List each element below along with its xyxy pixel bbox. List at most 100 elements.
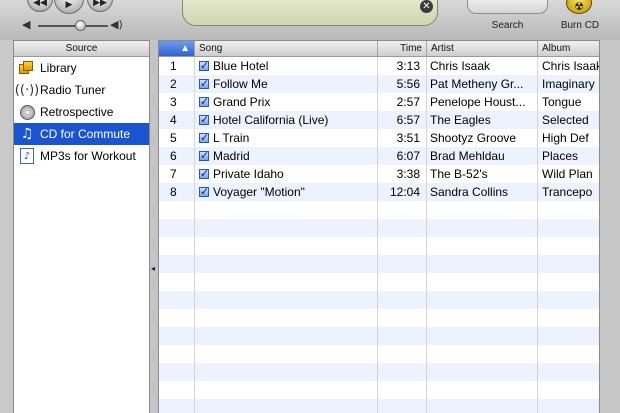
source-item-cd-for-commute[interactable]: ♫ CD for Commute	[14, 123, 149, 145]
track-album: High Def	[542, 131, 589, 145]
table-row[interactable]: 5 L Train 3:51 Shootyz Groove High Def	[159, 129, 599, 147]
column-divider	[426, 57, 427, 413]
column-header-artist[interactable]: Artist	[427, 41, 538, 56]
track-checkbox[interactable]	[199, 75, 209, 93]
play-icon[interactable]: ▶	[54, 0, 84, 14]
track-number: 3	[170, 95, 177, 109]
empty-row	[159, 345, 599, 363]
track-artist: Penelope Houst...	[430, 95, 526, 109]
track-time: 6:07	[396, 149, 420, 163]
track-number: 4	[170, 113, 177, 127]
track-song-cell: Private Idaho	[195, 165, 377, 183]
track-song: Madrid	[213, 149, 250, 163]
pane-splitter[interactable]: ◂	[150, 40, 158, 413]
source-item-library[interactable]: Library	[14, 57, 149, 79]
track-song: Voyager "Motion"	[213, 185, 305, 199]
search-label: Search	[491, 20, 524, 31]
source-item-label: MP3s for Workout	[40, 149, 136, 163]
track-checkbox[interactable]	[199, 165, 209, 183]
track-album: Imaginary	[542, 77, 595, 91]
track-time: 12:04	[389, 185, 420, 199]
volume-high-icon: ◀)	[110, 18, 123, 31]
column-header-album[interactable]: Album	[538, 41, 599, 56]
track-time: 6:57	[396, 113, 420, 127]
track-number: 2	[170, 77, 177, 91]
source-list: Source Library ((·)) Radio Tuner Retrosp…	[13, 40, 150, 413]
source-item-mp3s-for-workout[interactable]: ♪ MP3s for Workout	[14, 145, 149, 167]
track-artist: Brad Mehldau	[430, 149, 505, 163]
track-song-cell: Madrid	[195, 147, 377, 165]
search-input[interactable]	[467, 0, 548, 14]
volume-track[interactable]	[38, 25, 108, 27]
track-artist: Chris Isaak	[430, 59, 491, 73]
column-header-number[interactable]: ▲	[159, 41, 195, 56]
track-song: L Train	[213, 131, 250, 145]
track-album: Selected	[542, 113, 589, 127]
track-album: Tongue	[542, 95, 582, 109]
track-checkbox[interactable]	[199, 129, 209, 147]
source-item-radio-tuner[interactable]: ((·)) Radio Tuner	[14, 79, 149, 101]
track-list-header: ▲ Song Time Artist Album	[159, 41, 599, 57]
column-header-song[interactable]: Song	[195, 41, 378, 56]
track-checkbox[interactable]	[199, 147, 209, 165]
track-song-cell: Grand Prix	[195, 93, 377, 111]
empty-row	[159, 219, 599, 237]
track-time: 3:13	[396, 59, 420, 73]
table-row[interactable]: 4 Hotel California (Live) 6:57 The Eagles Se…	[159, 111, 599, 129]
burn-cd-label: Burn CD	[560, 20, 600, 31]
table-row[interactable]: 1 Blue Hotel 3:13 Chris Isaak Chris Isaak	[159, 57, 599, 75]
track-number: 8	[170, 185, 177, 199]
column-divider	[377, 57, 378, 413]
track-checkbox[interactable]	[199, 57, 209, 75]
track-time: 2:57	[396, 95, 420, 109]
track-number: 6	[170, 149, 177, 163]
track-rows: 1 Blue Hotel 3:13 Chris Isaak Chris Isaak 2 Fo…	[159, 57, 599, 413]
previous-icon[interactable]: ◀◀	[27, 0, 53, 12]
status-display: ✕	[182, 0, 438, 26]
empty-row	[159, 309, 599, 327]
table-row[interactable]: 3 Grand Prix 2:57 Penelope Houst... Tongue	[159, 93, 599, 111]
track-artist: The B-52's	[430, 167, 488, 181]
track-list: ▲ Song Time Artist Album 1 Blue Hotel 3:13…	[158, 40, 600, 413]
table-row[interactable]: 8 Voyager "Motion" 12:04 Sandra Collins Tran…	[159, 183, 599, 201]
empty-row	[159, 399, 599, 413]
track-song: Hotel California (Live)	[213, 113, 329, 127]
source-item-label: Radio Tuner	[40, 83, 106, 97]
track-song-cell: Blue Hotel	[195, 57, 377, 75]
window-edge	[600, 40, 620, 413]
volume-slider[interactable]: ◀ ◀)	[20, 18, 124, 34]
source-header: Source	[14, 41, 149, 57]
table-row[interactable]: 6 Madrid 6:07 Brad Mehldau Places	[159, 147, 599, 165]
collapse-arrow-icon[interactable]: ◂	[151, 264, 155, 273]
empty-row	[159, 237, 599, 255]
track-song-cell: Hotel California (Live)	[195, 111, 377, 129]
track-checkbox[interactable]	[199, 93, 209, 111]
volume-knob[interactable]	[75, 20, 86, 31]
radio-icon: ((·))	[14, 82, 40, 98]
playlist-icon: ♪	[18, 147, 36, 165]
table-row[interactable]: 2 Follow Me 5:56 Pat Metheny Gr... Imaginary	[159, 75, 599, 93]
toolbar: ◀◀ ▶ ▶▶ ◀ ◀) ✕ Search ☢ Burn CD	[0, 0, 620, 40]
burn-cd-button[interactable]: ☢	[566, 0, 592, 14]
track-time: 5:56	[396, 77, 420, 91]
source-item-retrospective[interactable]: Retrospective	[14, 101, 149, 123]
library-icon	[18, 59, 36, 77]
track-checkbox[interactable]	[199, 111, 209, 129]
empty-row	[159, 273, 599, 291]
track-artist: Sandra Collins	[430, 185, 509, 199]
track-album: Wild Plan	[542, 167, 593, 181]
close-icon[interactable]: ✕	[420, 0, 433, 13]
track-checkbox[interactable]	[199, 183, 209, 201]
track-song: Private Idaho	[213, 167, 284, 181]
track-artist: Pat Metheny Gr...	[430, 77, 524, 91]
track-album: Chris Isaak	[542, 59, 600, 73]
table-row[interactable]: 7 Private Idaho 3:38 The B-52's Wild Plan	[159, 165, 599, 183]
empty-row	[159, 255, 599, 273]
column-header-time[interactable]: Time	[378, 41, 427, 56]
source-item-label: Library	[40, 61, 77, 75]
music-note-icon: ♫	[20, 126, 34, 142]
next-icon[interactable]: ▶▶	[87, 0, 113, 12]
track-time: 3:51	[396, 131, 420, 145]
empty-row	[159, 381, 599, 399]
track-album: Places	[542, 149, 579, 163]
